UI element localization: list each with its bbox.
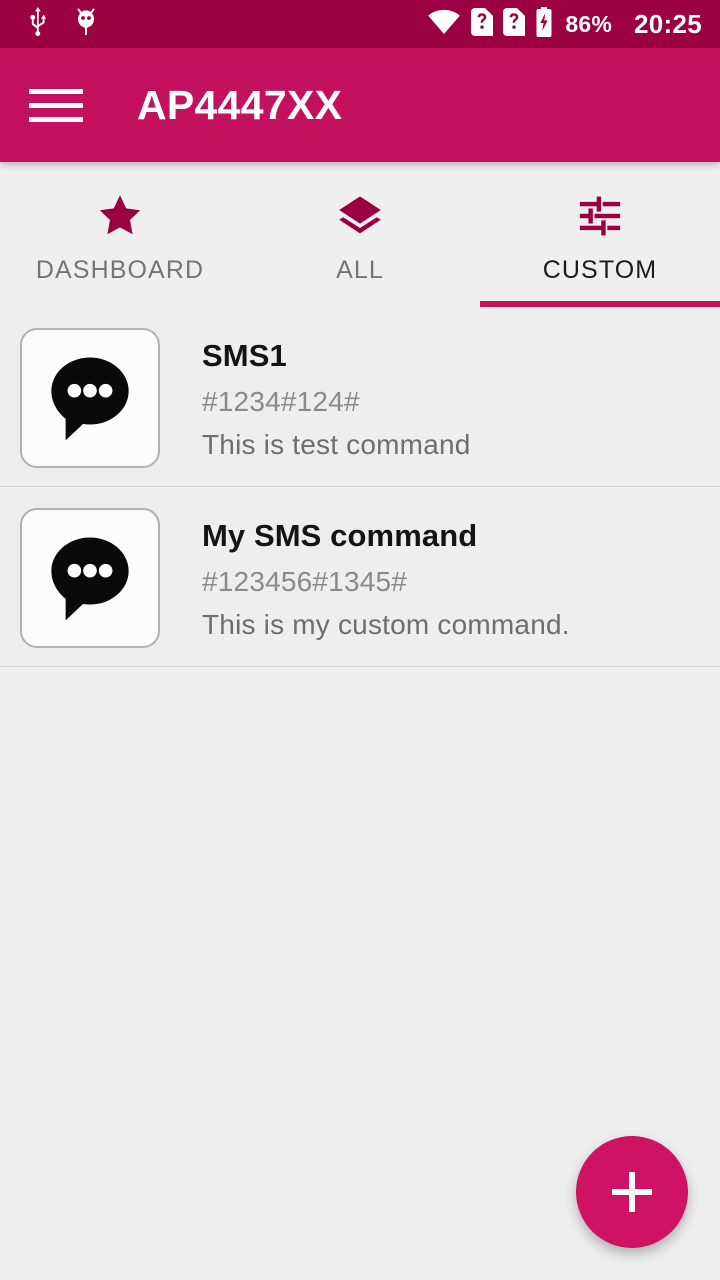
list-item-text: SMS1 #1234#124# This is test command	[202, 323, 471, 461]
list-item-code: #123456#1345#	[202, 565, 408, 597]
list-item[interactable]: SMS1 #1234#124# This is test command	[0, 307, 720, 487]
layers-icon	[335, 188, 385, 244]
status-bar-right-icons: 86% 20:25	[427, 6, 720, 42]
app-screen: 86% 20:25 AP4447XX DASHBOARD ALL CUSTOM …	[0, 0, 720, 1280]
status-bar-left-icons	[0, 6, 98, 42]
list-item-text: My SMS command #123456#1345# This is my …	[202, 503, 570, 641]
sim-unknown-icon-1	[471, 7, 494, 41]
sms-bubble-icon	[20, 508, 160, 648]
sim-unknown-icon-2	[503, 7, 526, 41]
tab-bar: DASHBOARD ALL CUSTOM	[0, 162, 720, 307]
battery-charging-icon	[535, 6, 553, 42]
clock-label: 20:25	[634, 8, 702, 39]
plus-icon-vertical	[629, 1172, 635, 1212]
wifi-icon	[427, 9, 461, 40]
tab-label-dashboard: DASHBOARD	[35, 256, 205, 284]
battery-percent-label: 86%	[565, 10, 612, 37]
tab-dashboard[interactable]: DASHBOARD	[0, 162, 240, 307]
usb-icon	[26, 6, 52, 42]
list-item-code: #1234#124#	[202, 385, 360, 417]
tab-all[interactable]: ALL	[240, 162, 480, 307]
list-item-title: My SMS command	[202, 518, 478, 553]
status-bar: 86% 20:25	[0, 0, 720, 48]
sms-bubble-icon	[20, 328, 160, 468]
add-command-fab[interactable]	[576, 1136, 688, 1248]
list-item-description: This is test command	[202, 428, 471, 460]
tab-custom[interactable]: CUSTOM	[480, 162, 720, 307]
tune-icon	[577, 188, 623, 244]
tab-label-custom: CUSTOM	[542, 256, 658, 284]
list-item-title: SMS1	[202, 338, 287, 373]
list-item[interactable]: My SMS command #123456#1345# This is my …	[0, 487, 720, 667]
page-title: AP4447XX	[137, 81, 343, 128]
tab-label-all: ALL	[336, 256, 384, 284]
list-item-description: This is my custom command.	[202, 608, 570, 640]
command-list: SMS1 #1234#124# This is test command My …	[0, 307, 720, 667]
hamburger-menu-icon[interactable]	[29, 84, 83, 126]
android-debug-icon	[74, 7, 98, 42]
star-icon	[95, 188, 145, 244]
app-bar: AP4447XX	[0, 48, 720, 162]
